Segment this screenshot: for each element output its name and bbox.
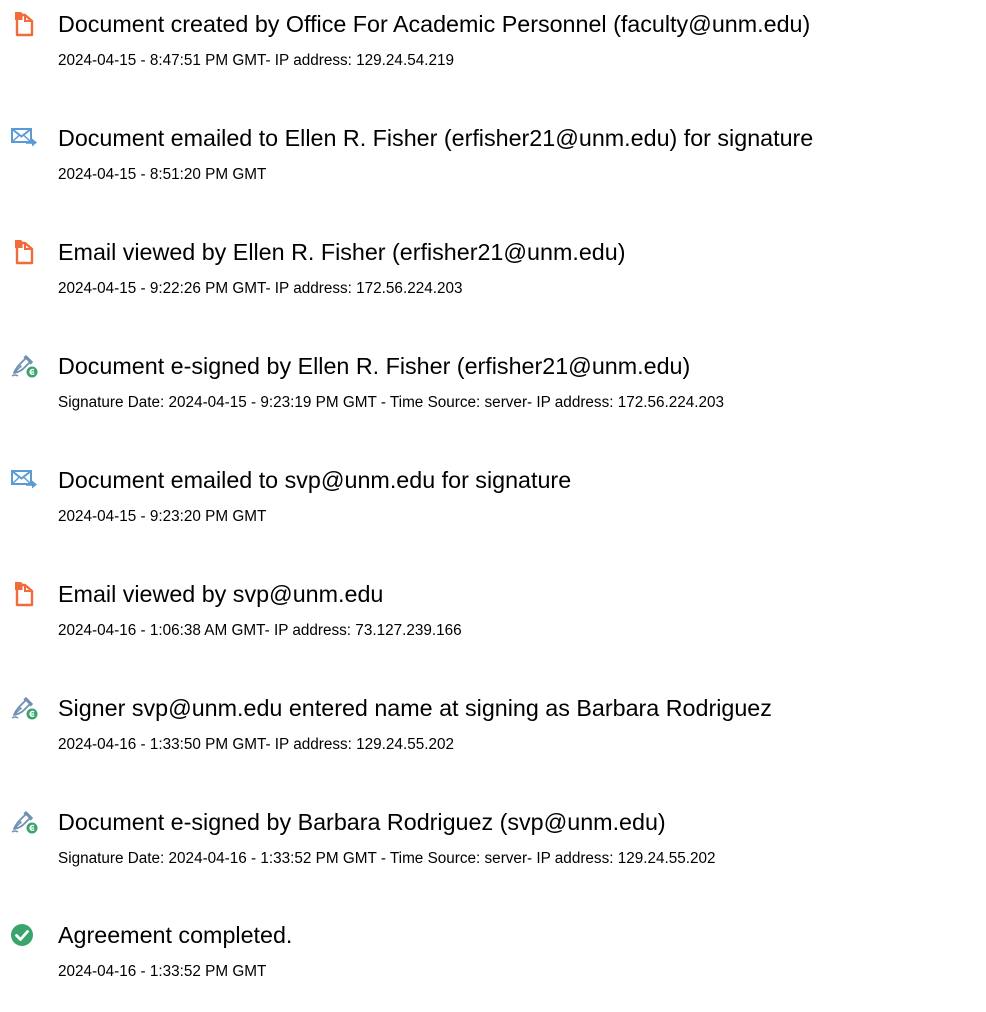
signature-icon bbox=[9, 809, 39, 835]
audit-event: Document e-signed by Ellen R. Fisher (er… bbox=[0, 353, 986, 443]
signature-icon bbox=[9, 353, 39, 379]
event-detail: Signature Date: 2024-04-15 - 9:23:19 PM … bbox=[58, 394, 725, 411]
event-title: Document emailed to svp@unm.edu for sign… bbox=[58, 467, 572, 493]
document-icon bbox=[9, 239, 39, 265]
checkmark-icon bbox=[9, 922, 39, 948]
email-icon bbox=[9, 125, 39, 151]
audit-event: Agreement completed. 2024-04-16 - 1:33:5… bbox=[0, 922, 986, 1012]
event-title: Agreement completed. bbox=[58, 922, 293, 948]
audit-event: Document created by Office For Academic … bbox=[0, 11, 986, 101]
event-title: Email viewed by svp@unm.edu bbox=[58, 581, 384, 607]
event-title: Document e-signed by Barbara Rodriguez (… bbox=[58, 809, 666, 835]
event-detail: 2024-04-16 - 1:33:50 PM GMT- IP address:… bbox=[58, 736, 454, 753]
event-title: Email viewed by Ellen R. Fisher (erfishe… bbox=[58, 239, 626, 265]
event-title: Signer svp@unm.edu entered name at signi… bbox=[58, 695, 772, 721]
event-detail: 2024-04-16 - 1:33:52 PM GMT bbox=[58, 963, 267, 980]
signature-icon bbox=[9, 695, 39, 721]
document-icon bbox=[9, 11, 39, 37]
event-detail: 2024-04-16 - 1:06:38 AM GMT- IP address:… bbox=[58, 622, 462, 639]
audit-event: Document emailed to Ellen R. Fisher (erf… bbox=[0, 125, 986, 215]
event-title: Document emailed to Ellen R. Fisher (erf… bbox=[58, 125, 814, 151]
event-detail: 2024-04-15 - 8:47:51 PM GMT- IP address:… bbox=[58, 52, 454, 69]
audit-event: Email viewed by Ellen R. Fisher (erfishe… bbox=[0, 239, 986, 329]
event-title: Document created by Office For Academic … bbox=[58, 11, 811, 37]
event-detail: 2024-04-15 - 9:23:20 PM GMT bbox=[58, 508, 267, 525]
email-icon bbox=[9, 467, 39, 493]
audit-event: Document e-signed by Barbara Rodriguez (… bbox=[0, 809, 986, 899]
audit-event: Email viewed by svp@unm.edu 2024-04-16 -… bbox=[0, 581, 986, 671]
audit-event: Signer svp@unm.edu entered name at signi… bbox=[0, 695, 986, 785]
document-icon bbox=[9, 581, 39, 607]
audit-event: Document emailed to svp@unm.edu for sign… bbox=[0, 467, 986, 557]
event-detail: 2024-04-15 - 9:22:26 PM GMT- IP address:… bbox=[58, 280, 463, 297]
event-title: Document e-signed by Ellen R. Fisher (er… bbox=[58, 353, 691, 379]
event-detail: Signature Date: 2024-04-16 - 1:33:52 PM … bbox=[58, 850, 716, 867]
event-detail: 2024-04-15 - 8:51:20 PM GMT bbox=[58, 166, 267, 183]
